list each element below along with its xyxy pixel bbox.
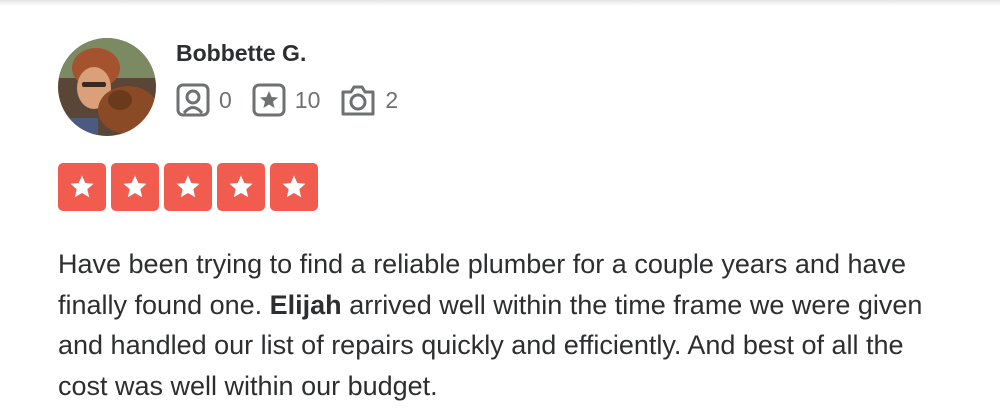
reviews-stat: 10	[252, 83, 321, 117]
star-icon	[111, 163, 159, 211]
photos-icon	[340, 83, 376, 117]
review-text: Have been trying to find a reliable plum…	[58, 244, 958, 406]
friends-stat: 0	[176, 83, 232, 117]
reviews-count: 10	[294, 86, 321, 113]
star-icon	[164, 163, 212, 211]
reviewer-stats: 0 10 2	[176, 82, 418, 118]
star-icon	[58, 163, 106, 211]
top-divider	[0, 0, 1000, 6]
photos-stat: 2	[340, 83, 398, 117]
star-icon	[217, 163, 265, 211]
reviews-icon	[252, 83, 286, 117]
star-rating	[58, 163, 323, 211]
avatar[interactable]	[58, 38, 156, 136]
reviewer-name[interactable]: Bobbette G.	[176, 40, 306, 67]
star-icon	[270, 163, 318, 211]
photos-count: 2	[385, 86, 399, 113]
employee-name: Elijah	[269, 289, 342, 320]
friends-count: 0	[219, 86, 232, 113]
friends-icon	[176, 83, 210, 117]
